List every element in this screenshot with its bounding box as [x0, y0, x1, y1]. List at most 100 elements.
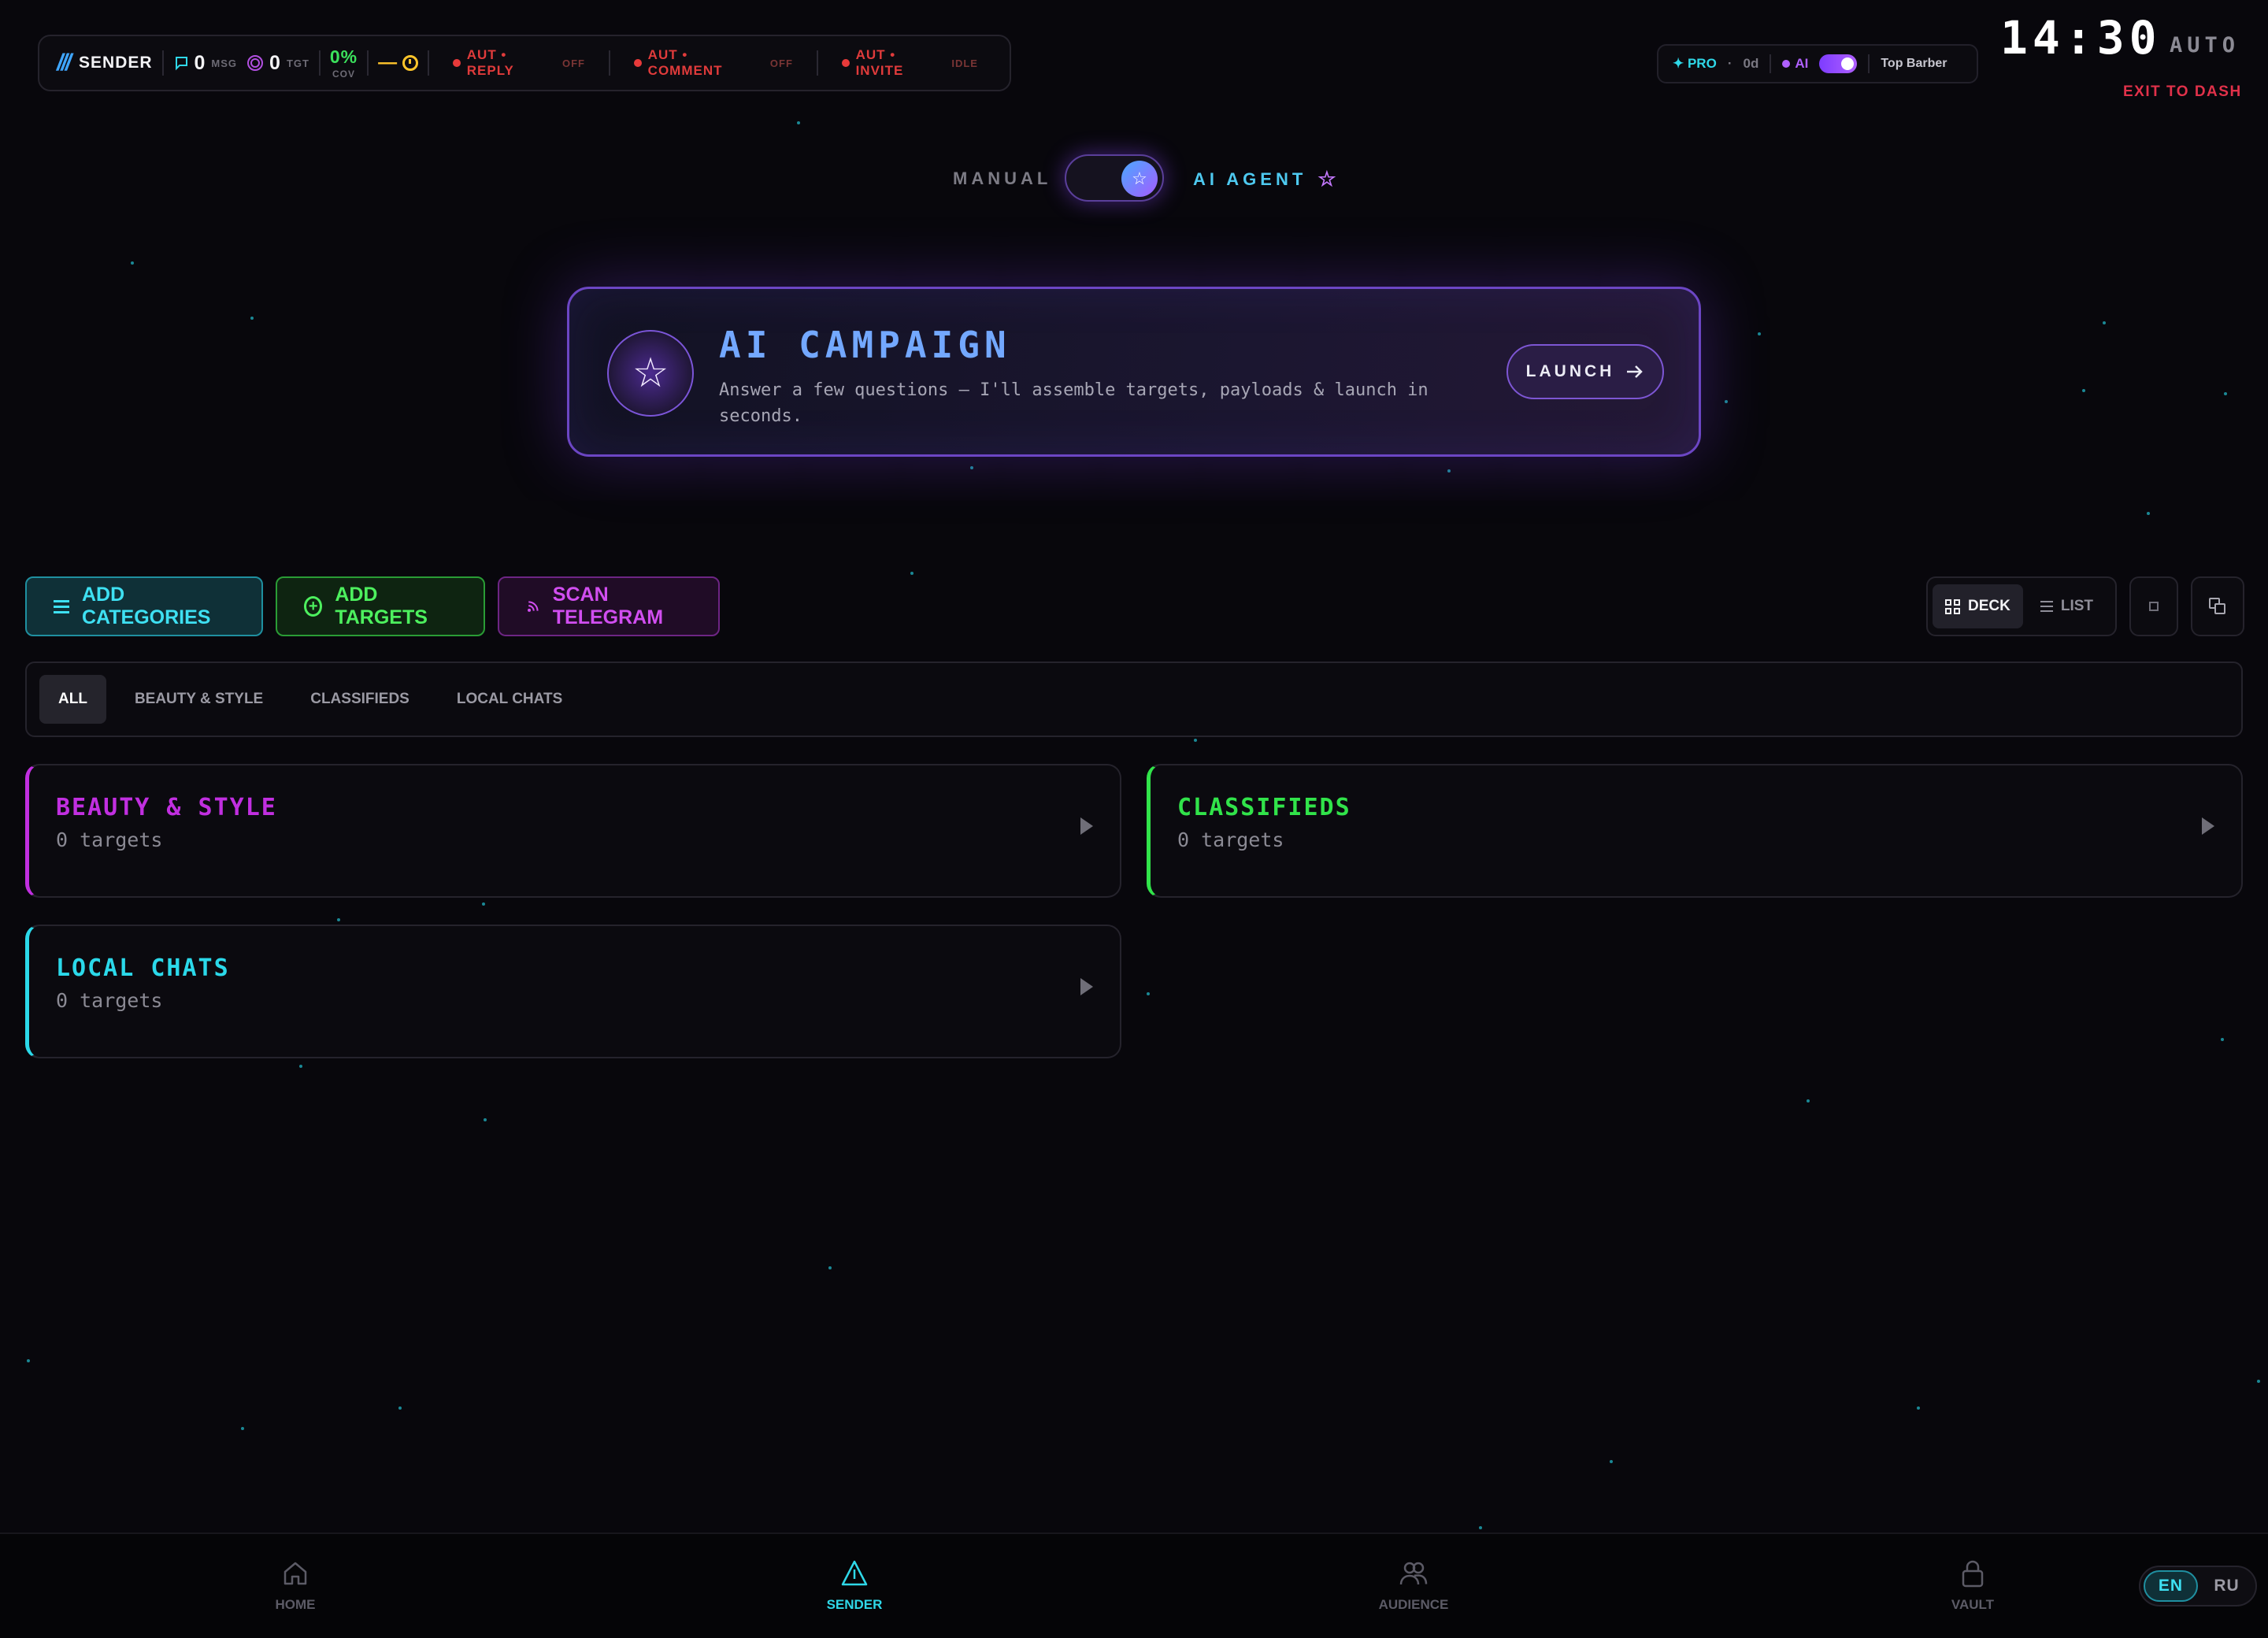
plan-tier: ✦ PRO [1673, 56, 1717, 71]
auto-reply-label: AUT • REPLY [466, 47, 514, 78]
plus-circle-icon: + [304, 596, 323, 617]
msg-unit: MSG [211, 57, 238, 69]
star-dot [910, 572, 914, 575]
nav-vault[interactable]: VAULT [1910, 1558, 2036, 1613]
nav-sender[interactable]: SENDER [791, 1558, 917, 1613]
ai-campaign-card: ☆ AI CAMPAIGN Answer a few questions — I… [567, 287, 1701, 457]
auto-invite-status[interactable]: AUT • INVITE IDLE [828, 47, 992, 79]
send-triangle-icon [841, 1560, 868, 1586]
category-card-local-chats[interactable]: LOCAL CHATS 0 targets [25, 925, 1121, 1058]
play-icon[interactable] [1080, 978, 1093, 995]
filter-tab-classifieds[interactable]: CLASSIFIEDS [291, 675, 428, 724]
target-unit: TGT [286, 57, 309, 69]
divider [161, 50, 164, 76]
status-dot-icon [841, 59, 850, 67]
filter-tab-local-chats[interactable]: LOCAL CHATS [438, 675, 581, 724]
deck-label: DECK [1968, 598, 2010, 614]
launch-label: LAUNCH [1525, 362, 1615, 380]
ai-toggle[interactable] [1819, 54, 1858, 73]
square-icon [2149, 602, 2159, 611]
brand: /// SENDER [57, 50, 153, 76]
grid-icon [1945, 598, 1960, 614]
list-icon [2040, 601, 2053, 612]
star-dot [1917, 1406, 1920, 1410]
copy-button[interactable] [2191, 576, 2244, 636]
msg-counter: 0 MSG [173, 52, 238, 75]
star-icon: ☆ [1121, 161, 1158, 197]
nav-audience[interactable]: AUDIENCE [1351, 1558, 1477, 1613]
star-dot [482, 902, 485, 906]
auto-comment-status[interactable]: AUT • COMMENT OFF [620, 47, 807, 79]
add-targets-button[interactable]: + ADD TARGETS [276, 576, 485, 636]
category-card-classifieds[interactable]: CLASSIFIEDS 0 targets [1147, 764, 2243, 898]
timer-value: — [378, 52, 398, 73]
mode-manual-label[interactable]: MANUAL [953, 169, 1051, 189]
star-dot [1610, 1460, 1613, 1463]
plan-days: 0d [1743, 56, 1759, 71]
star-dot [241, 1427, 244, 1430]
auto-comment-label: AUT • COMMENT [647, 47, 723, 78]
target-count: 0 [269, 51, 281, 74]
nav-audience-label: AUDIENCE [1378, 1597, 1449, 1612]
copy-icon [2209, 598, 2226, 615]
select-button[interactable] [2129, 576, 2178, 636]
status-dot-icon [633, 59, 642, 67]
star-dot [2103, 321, 2106, 324]
divider [428, 50, 430, 76]
ai-indicator: AI [1782, 56, 1808, 72]
category-count: 0 targets [56, 989, 163, 1012]
list-label: LIST [2060, 598, 2094, 614]
deck-view-button[interactable]: DECK [1933, 584, 2023, 628]
mode-toggle[interactable]: ☆ [1065, 154, 1164, 202]
filter-tab-all[interactable]: ALL [39, 675, 106, 724]
star-dot [2257, 1380, 2260, 1383]
star-dot [484, 1118, 487, 1121]
category-card-beauty-style[interactable]: BEAUTY & STYLE 0 targets [25, 764, 1121, 898]
star-dot [970, 466, 973, 469]
ai-label: AI [1795, 56, 1809, 71]
lock-icon [1962, 1560, 1984, 1588]
star-dot [2224, 392, 2227, 395]
add-categories-button[interactable]: ADD CATEGORIES [25, 576, 263, 636]
scan-telegram-button[interactable]: SCAN TELEGRAM [498, 576, 720, 636]
clock: 14:30 [2000, 11, 2162, 65]
star-dot [131, 261, 134, 265]
divider [1868, 54, 1870, 73]
launch-button[interactable]: LAUNCH [1506, 344, 1664, 399]
nav-home-label: HOME [275, 1597, 316, 1612]
mode-ai-agent[interactable]: AI AGENT ☆ [1193, 167, 1340, 191]
home-icon [284, 1562, 307, 1585]
category-count: 0 targets [1177, 828, 1284, 851]
star-dot [1194, 739, 1197, 742]
mode-ai-label: AI AGENT [1193, 169, 1307, 189]
view-switch: DECK LIST [1926, 576, 2117, 636]
star-dot [398, 1406, 402, 1410]
star-dot [1147, 992, 1150, 995]
category-count: 0 targets [56, 828, 163, 851]
auto-reply-status[interactable]: AUT • REPLY OFF [439, 47, 599, 79]
shop-name[interactable]: Top Barber [1881, 57, 1947, 71]
star-dot [828, 1266, 832, 1269]
list-view-button[interactable]: LIST [2028, 584, 2106, 628]
play-icon[interactable] [1080, 817, 1093, 835]
star-icon: ☆ [607, 330, 694, 417]
status-dot-icon [453, 59, 461, 67]
add-categories-label: ADD CATEGORIES [82, 584, 211, 628]
auto-comment-state: OFF [769, 57, 793, 69]
brand-label: SENDER [79, 54, 153, 72]
category-name: BEAUTY & STYLE [56, 794, 277, 821]
play-icon[interactable] [2202, 817, 2214, 835]
brand-logo-icon: /// [57, 50, 72, 76]
add-targets-label: ADD TARGETS [335, 584, 428, 628]
menu-icon [54, 599, 69, 613]
filter-tab-beauty-style[interactable]: BEAUTY & STYLE [116, 675, 282, 724]
divider [318, 50, 321, 76]
lang-ru-button[interactable]: RU [2201, 1570, 2252, 1602]
dot-separator: · [1727, 56, 1732, 71]
nav-home[interactable]: HOME [232, 1558, 358, 1613]
lang-en-button[interactable]: EN [2144, 1570, 2198, 1602]
campaign-title: AI CAMPAIGN [719, 324, 1011, 366]
exit-to-dash-link[interactable]: EXIT TO DASH [2123, 83, 2242, 101]
star-dot [1479, 1526, 1482, 1529]
category-filter-bar: ALL BEAUTY & STYLE CLASSIFIEDS LOCAL CHA… [25, 662, 2243, 737]
